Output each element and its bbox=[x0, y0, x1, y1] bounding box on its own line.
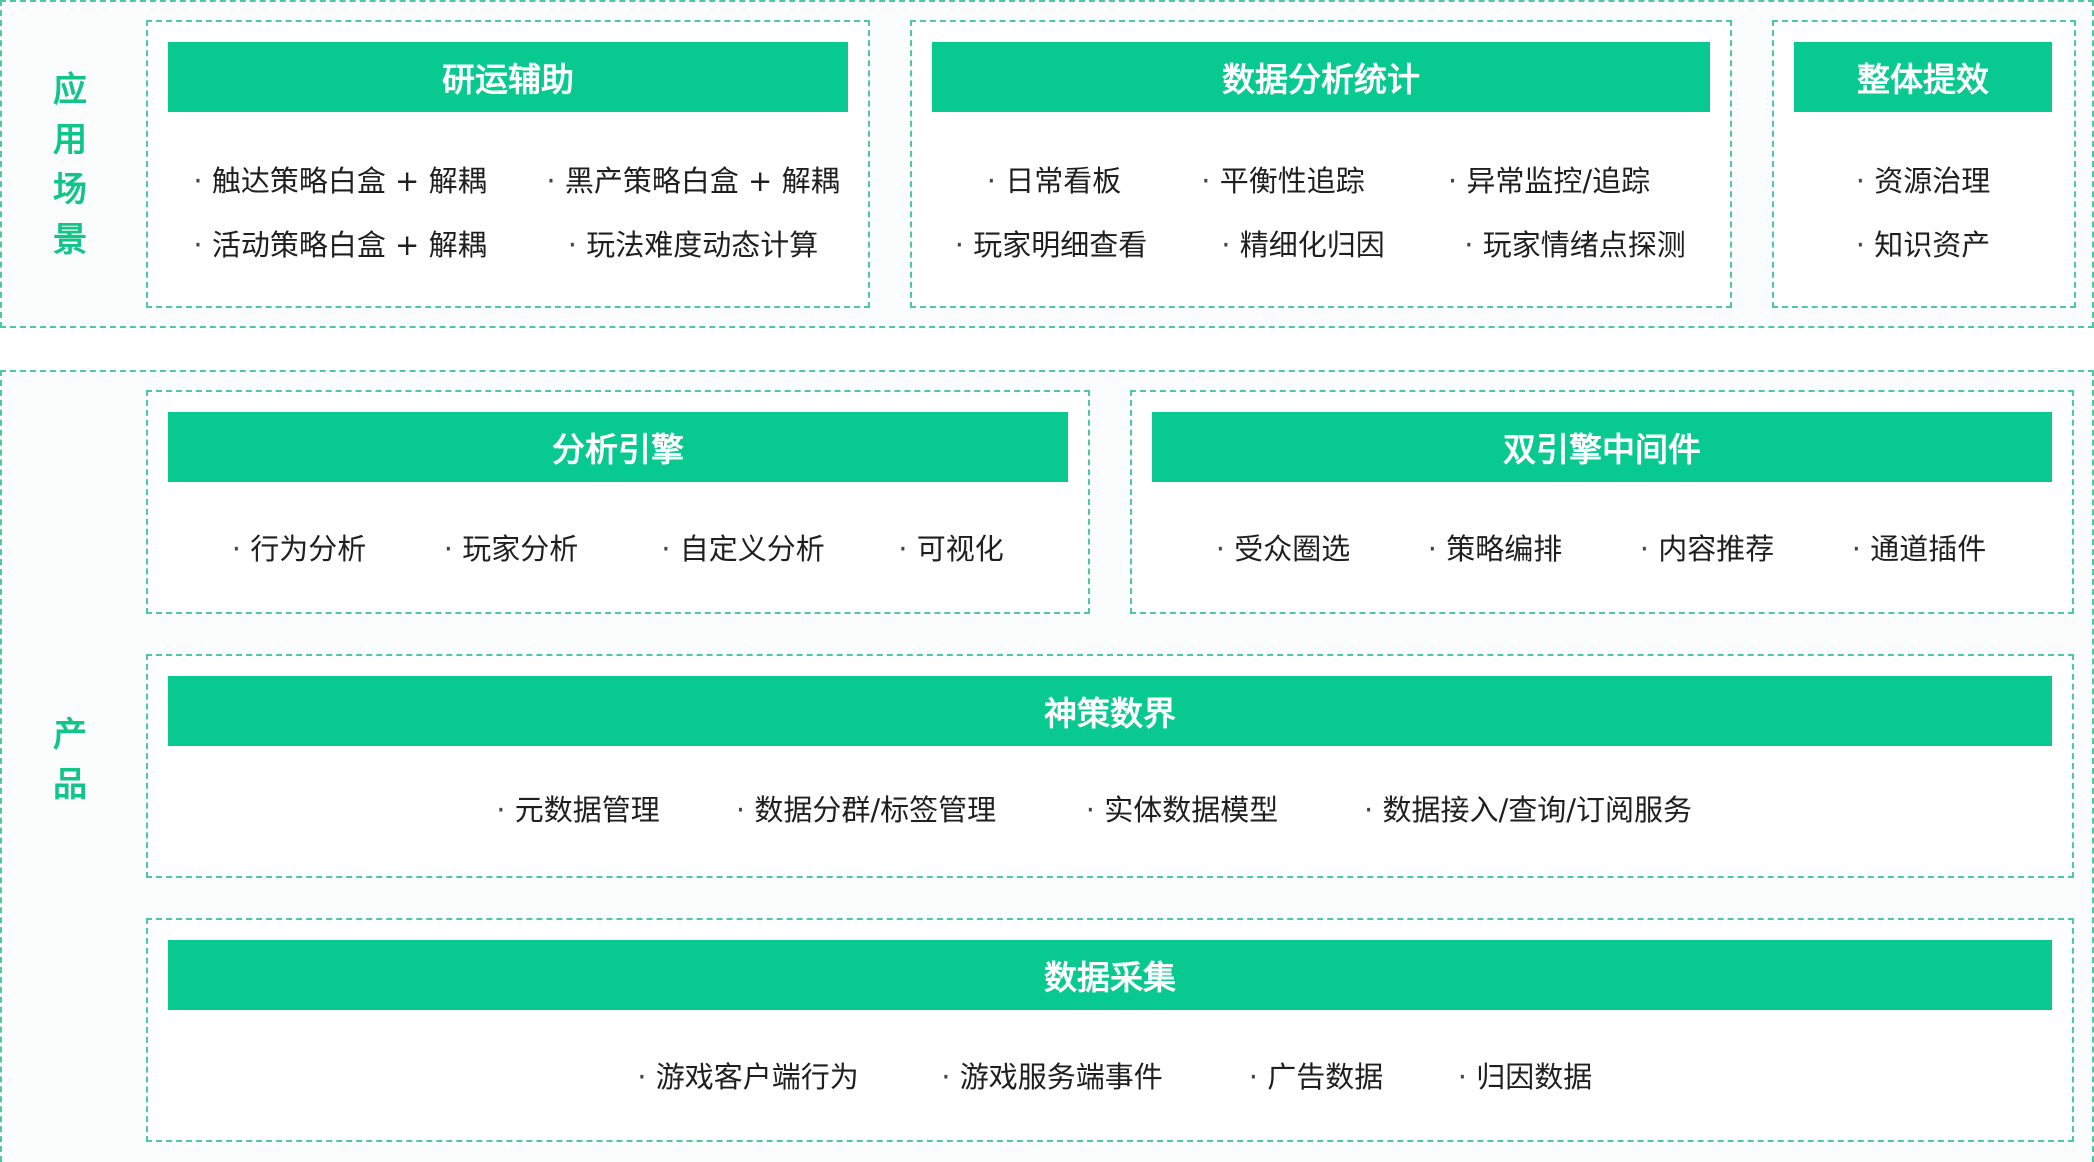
panel-item: 归因数据 bbox=[1458, 1054, 1592, 1096]
panel-item: 日常看板 bbox=[987, 158, 1121, 200]
panel-item: 平衡性追踪 bbox=[1201, 158, 1365, 200]
panel-item: 游戏服务端事件 bbox=[941, 1054, 1163, 1096]
panel-item: 精细化归因 bbox=[1221, 222, 1385, 264]
panel-item: 数据接入/查询/订阅服务 bbox=[1364, 787, 1692, 829]
label-char: 用 bbox=[53, 120, 87, 160]
panel-zhengti-title: 整体提效 bbox=[1794, 42, 2052, 112]
panel-item: 知识资产 bbox=[1856, 222, 1990, 264]
label-char: 景 bbox=[53, 220, 87, 260]
label-char: 产 bbox=[53, 715, 87, 755]
panel-item: 数据分群/标签管理 bbox=[736, 787, 996, 829]
panel-item: 元数据管理 bbox=[496, 787, 660, 829]
panel-fenxi-title: 分析引擎 bbox=[168, 412, 1068, 482]
panel-yanyun-title: 研运辅助 bbox=[168, 42, 848, 112]
panel-item: 玩家情绪点探测 bbox=[1464, 222, 1686, 264]
panel-caiji-title: 数据采集 bbox=[168, 940, 2052, 1010]
panel-item: 黑产策略白盒 + 解耦 bbox=[546, 158, 840, 200]
panel-item: 活动策略白盒 + 解耦 bbox=[193, 222, 487, 264]
panel-shuju-title: 数据分析统计 bbox=[932, 42, 1710, 112]
panel-item: 资源治理 bbox=[1856, 158, 1990, 200]
panel-item: 玩家分析 bbox=[444, 526, 578, 568]
panel-shuangyinqing-title: 双引擎中间件 bbox=[1152, 412, 2052, 482]
product-label: 产 品 bbox=[30, 695, 110, 825]
panel-item: 通道插件 bbox=[1852, 526, 1986, 568]
application-scenarios-label: 应 用 场 景 bbox=[30, 50, 110, 280]
panel-item: 广告数据 bbox=[1249, 1054, 1383, 1096]
label-char: 场 bbox=[53, 170, 87, 210]
panel-item: 可视化 bbox=[898, 526, 1004, 568]
label-char: 品 bbox=[53, 765, 87, 805]
panel-item: 触达策略白盒 + 解耦 bbox=[193, 158, 487, 200]
panel-item: 玩法难度动态计算 bbox=[568, 222, 818, 264]
panel-item: 游戏客户端行为 bbox=[637, 1054, 859, 1096]
panel-item: 内容推荐 bbox=[1640, 526, 1774, 568]
label-char: 应 bbox=[53, 70, 87, 110]
panel-item: 自定义分析 bbox=[661, 526, 825, 568]
panel-item: 实体数据模型 bbox=[1086, 787, 1278, 829]
panel-shence-title: 神策数界 bbox=[168, 676, 2052, 746]
panel-item: 策略编排 bbox=[1428, 526, 1562, 568]
panel-item: 行为分析 bbox=[232, 526, 366, 568]
panel-item: 玩家明细查看 bbox=[955, 222, 1147, 264]
panel-item: 受众圈选 bbox=[1216, 526, 1350, 568]
panel-item: 异常监控/追踪 bbox=[1448, 158, 1650, 200]
